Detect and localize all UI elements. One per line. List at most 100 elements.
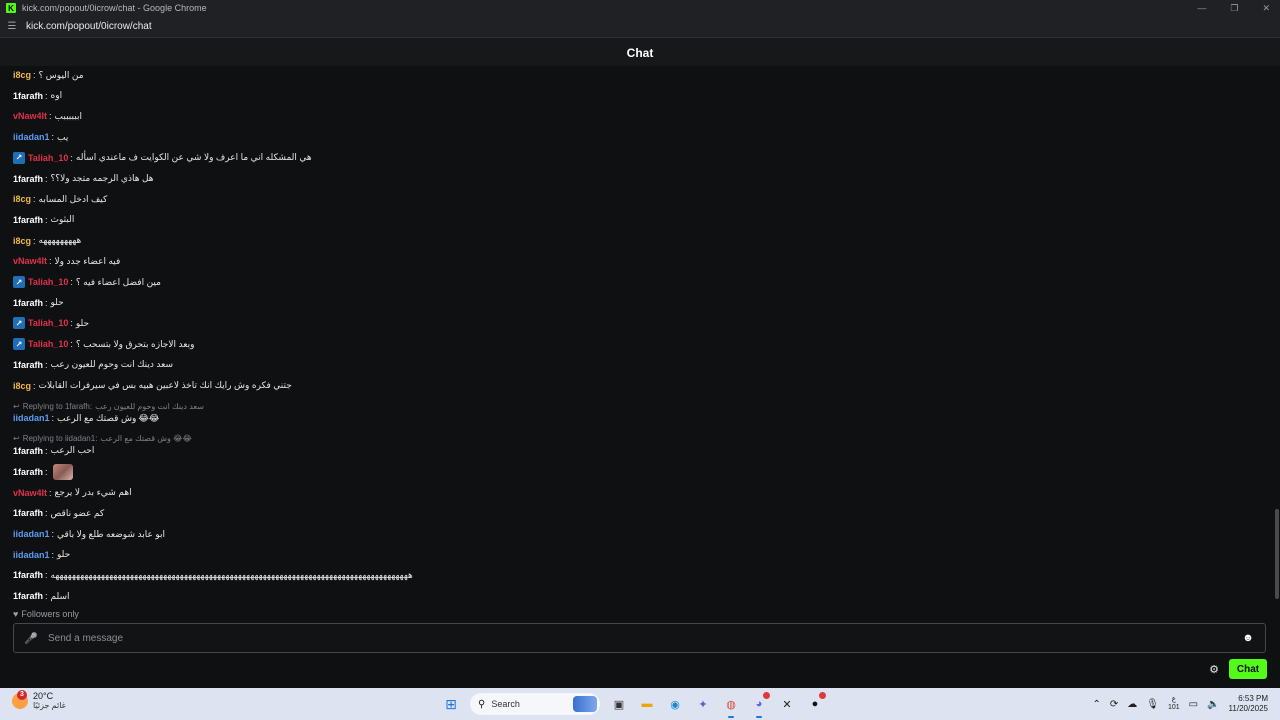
chat-username[interactable]: i8cg	[13, 70, 31, 80]
chat-message-text: من اليوس ؟	[38, 69, 84, 80]
chat-header: Chat	[0, 38, 1280, 69]
username-separator: :	[45, 214, 48, 225]
subscriber-badge-icon[interactable]: ↗	[13, 338, 25, 351]
chat-username[interactable]: iidadan1	[13, 132, 50, 142]
chat-settings-gear-icon[interactable]: ⚙	[1208, 663, 1220, 676]
file-explorer-icon[interactable]: ▬	[636, 693, 658, 715]
url-text[interactable]: kick.com/popout/0icrow/chat	[26, 21, 152, 32]
windows-start-icon[interactable]: ⊞	[440, 693, 462, 715]
taskbar-search[interactable]: ⚲ Search	[470, 693, 600, 715]
username-separator: :	[45, 570, 48, 581]
clock[interactable]: 6:53 PM 11/20/2025	[1229, 694, 1268, 714]
chat-username[interactable]: i8cg	[13, 236, 31, 246]
language-indicator[interactable]: ع 101	[1168, 696, 1180, 712]
network-icon[interactable]: ☁	[1127, 699, 1137, 710]
microphone-tray-icon[interactable]: 🎙	[1146, 699, 1159, 710]
chat-username[interactable]: i8cg	[13, 194, 31, 204]
emoji-picker-icon[interactable]: ☻	[1241, 631, 1255, 645]
chat-username[interactable]: vNaw4lt	[13, 256, 47, 266]
username-separator: :	[45, 359, 48, 370]
restore-icon[interactable]: ❐	[1230, 3, 1238, 14]
username-separator: :	[49, 111, 52, 122]
chat-username[interactable]: 1farafh	[13, 298, 43, 308]
chat-message-text: حلو	[75, 317, 90, 328]
edge-browser-icon[interactable]: ◉	[664, 693, 686, 715]
username-separator: :	[51, 132, 55, 143]
chat-username[interactable]: iidadan1	[13, 413, 50, 423]
chat-message-text: البثوث	[50, 214, 75, 225]
followers-only-notice: ♥ Followers only	[13, 608, 79, 620]
username-separator: :	[45, 445, 48, 456]
chat-username[interactable]: iidadan1	[13, 529, 50, 539]
minimize-icon[interactable]: —	[1197, 3, 1206, 13]
chat-username[interactable]: 1farafh	[13, 360, 43, 370]
chat-message: i8cg: جتني فكره وش رايك انك تاخذ لاعبين ه…	[13, 377, 292, 395]
subscriber-badge-icon[interactable]: ↗	[13, 151, 25, 164]
chat-username[interactable]: 1farafh	[13, 91, 43, 101]
chat-message: ↗ Taliah_10: مين افضل اعضاء فيه ؟	[13, 273, 161, 291]
send-chat-button[interactable]: Chat	[1229, 659, 1267, 679]
site-settings-icon[interactable]: ☰	[6, 21, 18, 33]
chat-message: iidadan1: يب	[13, 128, 68, 146]
username-separator: :	[45, 591, 48, 602]
chat-message-text: اببببببب	[54, 110, 82, 121]
window-title: kick.com/popout/0icrow/chat - Google Chr…	[22, 3, 207, 13]
chat-username[interactable]: 1farafh	[13, 508, 43, 518]
chat-message-text: هي المشكله اني ما اعرف ولا شي عن الكوايت…	[75, 152, 312, 163]
chat-message-text: وش قصتك مع الرعب	[57, 412, 137, 423]
chat-username[interactable]: 1farafh	[13, 467, 43, 477]
weather-widget[interactable]: 3 20°C غائم جزئيًا	[12, 689, 66, 710]
chat-username[interactable]: 1farafh	[13, 591, 43, 601]
app-notification-dot	[819, 692, 826, 699]
chat-message-text: كيف ادخل المسابه	[38, 193, 108, 204]
username-separator: :	[49, 256, 52, 267]
chat-username[interactable]: 1farafh	[13, 570, 43, 580]
teams-icon[interactable]: ✦	[692, 693, 714, 715]
chat-username[interactable]: Taliah_10	[28, 339, 68, 349]
chat-username[interactable]: vNaw4lt	[13, 111, 47, 121]
kick-favicon-icon: K	[6, 3, 16, 13]
chat-username[interactable]: 1farafh	[13, 215, 43, 225]
chat-username[interactable]: 1farafh	[13, 174, 43, 184]
message-input[interactable]	[48, 625, 1241, 651]
chat-username[interactable]: Taliah_10	[28, 153, 68, 163]
chat-username[interactable]: Taliah_10	[28, 318, 68, 328]
subscriber-badge-icon[interactable]: ↗	[13, 317, 25, 330]
app-icon[interactable]: ●	[804, 692, 826, 715]
subscriber-badge-icon[interactable]: ↗	[13, 276, 25, 288]
window-titlebar: K kick.com/popout/0icrow/chat - Google C…	[0, 0, 1280, 16]
display-icon[interactable]: ▭	[1189, 699, 1198, 710]
volume-icon[interactable]: 🔈	[1207, 699, 1219, 710]
chevron-up-icon[interactable]: ⌃	[1092, 699, 1100, 710]
username-separator: :	[70, 339, 73, 350]
chrome-icon[interactable]: ◍	[720, 693, 742, 718]
windows-taskbar: 3 20°C غائم جزئيًا ⊞ ⚲ Search ▣ ▬ ◉ ✦ ◍ …	[0, 688, 1280, 720]
search-highlight-image	[573, 696, 597, 712]
username-separator: :	[33, 380, 36, 391]
scrollbar-thumb[interactable]	[1275, 509, 1279, 599]
discord-icon[interactable]: ◕	[748, 692, 770, 718]
weather-sun-icon: 3	[12, 689, 28, 709]
terminal-icon[interactable]: ✕	[776, 693, 798, 715]
chat-username[interactable]: vNaw4lt	[13, 488, 47, 498]
emote-image[interactable]	[52, 463, 73, 480]
username-separator: :	[33, 70, 36, 80]
chat-scrollbar[interactable]	[1274, 66, 1280, 606]
chat-username[interactable]: Taliah_10	[28, 277, 68, 287]
microphone-icon[interactable]: 🎤	[23, 630, 39, 646]
sync-icon[interactable]: ⟳	[1110, 699, 1118, 710]
chat-message: 1farafh: اسلم	[13, 587, 70, 605]
chat-username[interactable]: 1farafh	[13, 446, 43, 456]
chat-username[interactable]: i8cg	[13, 381, 31, 391]
chat-message-text: جتني فكره وش رايك انك تاخذ لاعبين هبيه ب…	[38, 380, 292, 390]
chat-message-text: فيه اعضاء جدد ولا	[54, 255, 121, 266]
chat-username[interactable]: iidadan1	[13, 550, 50, 560]
chat-message: 1farafh:	[13, 463, 73, 481]
close-icon[interactable]: ✕	[1262, 3, 1270, 14]
search-label: Search	[491, 699, 520, 709]
task-view-icon[interactable]: ▣	[608, 693, 630, 715]
username-separator: :	[51, 529, 55, 539]
chat-message: iidadan1: ابو عابد شوضعه طلع ولا باقي	[13, 525, 165, 543]
chat-message: vNaw4lt: فيه اعضاء جدد ولا	[13, 252, 120, 270]
chat-message: ↗ Taliah_10: هي المشكله اني ما اعرف ولا شي…	[13, 149, 312, 167]
